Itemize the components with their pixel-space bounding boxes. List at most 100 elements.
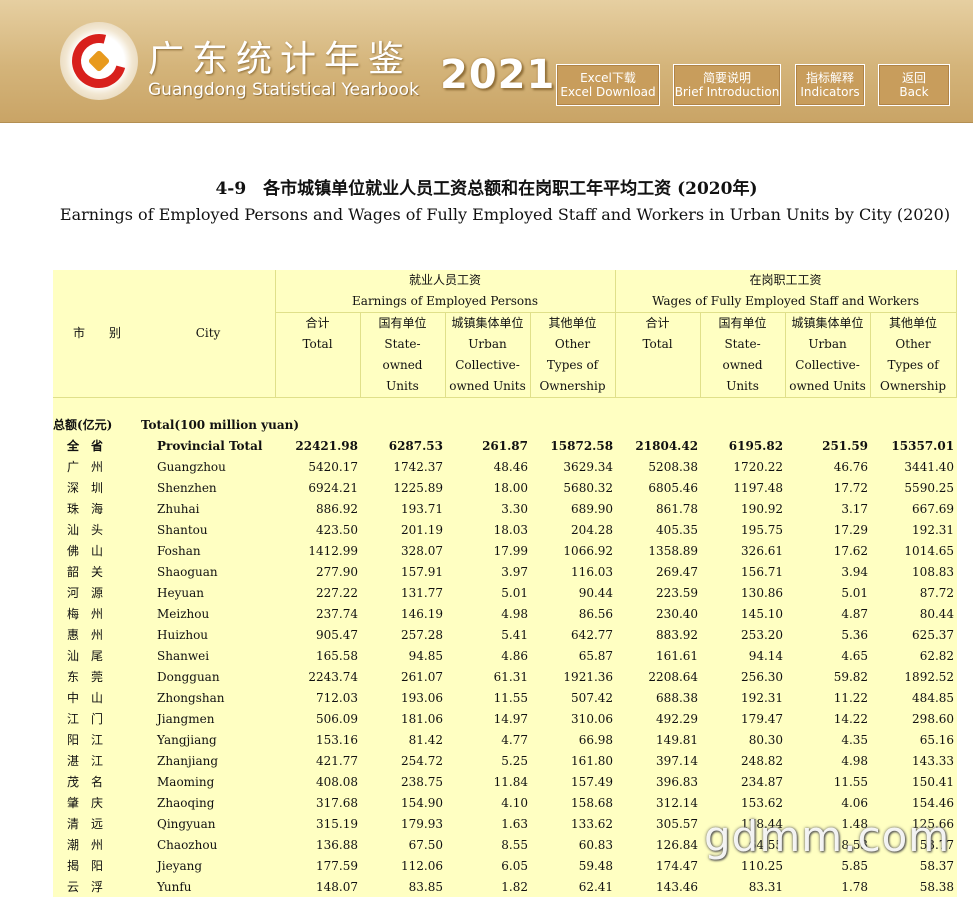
value-cell: 269.47 [656,564,699,579]
value-cell: 193.71 [401,501,443,516]
value-cell: 886.92 [316,501,358,516]
page-title-en: Earnings of Employed Persons and Wages o… [59,205,951,224]
value-cell: 257.28 [401,627,443,642]
value-cell: 6287.53 [388,438,443,453]
city-header-cn: 市 别 [72,326,121,340]
value-cell: 2208.64 [648,669,699,684]
value-cell: 80.30 [748,732,784,747]
value-cell: 61.31 [493,669,528,684]
value-cell: 1.63 [501,816,528,831]
city-name-en: Shenzhen [157,480,217,495]
value-cell: 154.90 [401,795,443,810]
group-earnings-header: 就业人员工资 Earnings of Employed Persons [275,270,616,313]
back-button[interactable]: 返回 Back [878,64,950,106]
city-header-en: City [195,326,221,340]
value-cell: 195.75 [741,522,784,537]
value-cell: 94.85 [408,648,443,663]
value-cell: 11.55 [493,690,528,705]
excel-download-button[interactable]: Excel下载 Excel Download [556,64,660,106]
city-name-cn: 云浮 [67,880,116,894]
indicators-label-en: Indicators [800,85,860,99]
city-name-en: Meizhou [157,606,210,621]
value-cell: 238.75 [401,774,443,789]
table-row: 深圳 Shenzhen 6924.21 1225.89 18.00 5680.32 6805… [53,477,956,498]
table-row: 佛山 Foshan 1412.99 328.07 17.99 1066.92 1358.89… [53,540,956,561]
value-cell: 298.60 [912,711,955,726]
sub-header-en3: Ownership [539,379,606,393]
value-cell: 11.55 [833,774,869,789]
table-row: 阳江 Yangjiang 153.16 81.42 4.77 66.98 149.81 80.… [53,729,956,750]
value-cell: 156.71 [741,564,784,579]
value-cell: 3441.40 [904,459,955,474]
value-cell: 6805.46 [648,480,699,495]
city-name-en: Zhuhai [157,501,200,516]
back-label-en: Back [899,85,929,99]
city-name-en: Shanwei [157,648,210,663]
value-cell: 253.20 [741,627,784,642]
group-wages-en: Wages of Fully Employed Staff and Worker… [652,294,920,308]
value-cell: 133.62 [571,816,614,831]
city-name-en: Provincial Total [157,438,263,453]
brief-introduction-label-en: Brief Introduction [674,85,780,99]
city-name-cn: 中山 [67,691,116,705]
brief-introduction-button[interactable]: 简要说明 Brief Introduction [673,64,781,106]
value-cell: 67.50 [408,837,443,852]
city-name-cn: 全省 [67,439,116,453]
value-cell: 423.50 [316,522,358,537]
table-row: 云浮 Yunfu 148.07 83.85 1.82 62.41 143.46 83.31 1.… [53,876,956,897]
value-cell: 17.99 [493,543,528,558]
value-cell: 62.41 [578,879,614,894]
sub-header-cell: 其他单位 Other Types of Ownership [530,312,616,398]
sub-header-en3: owned Units [789,379,866,393]
value-cell: 484.85 [912,690,955,705]
value-cell: 397.14 [656,753,699,768]
yearbook-logo-icon [60,22,138,100]
value-cell: 153.16 [316,732,358,747]
indicators-button[interactable]: 指标解释 Indicators [795,64,865,106]
value-cell: 5.41 [501,627,528,642]
value-cell: 6924.21 [308,480,358,495]
value-cell: 712.03 [316,690,358,705]
value-cell: 161.80 [571,753,614,768]
city-name-cn: 东莞 [67,670,116,684]
value-cell: 145.10 [741,606,784,621]
value-cell: 46.76 [833,459,869,474]
value-cell: 5.36 [841,627,869,642]
site-title-en: Guangdong Statistical Yearbook [148,80,419,100]
city-name-cn: 潮州 [67,838,116,852]
value-cell: 86.56 [578,606,614,621]
value-cell: 17.62 [833,543,869,558]
value-cell: 6195.82 [728,438,784,453]
table-row: 湛江 Zhanjiang 421.77 254.72 5.25 161.80 397.14 2… [53,750,956,771]
sub-header-cell: 国有单位 State-owned Units [360,312,446,398]
value-cell: 1412.99 [308,543,358,558]
value-cell: 227.22 [316,585,358,600]
table-row: 茂名 Maoming 408.08 238.75 11.84 157.49 396.83 23… [53,771,956,792]
value-cell: 204.28 [571,522,614,537]
value-cell: 192.31 [912,522,955,537]
value-cell: 179.47 [741,711,784,726]
value-cell: 689.90 [571,501,614,516]
value-cell: 1892.52 [904,669,955,684]
value-cell: 48.46 [493,459,528,474]
value-cell: 1742.37 [393,459,443,474]
value-cell: 190.92 [741,501,784,516]
value-cell: 15872.58 [550,438,614,453]
city-name-cn: 汕尾 [67,649,116,663]
value-cell: 315.19 [316,816,358,831]
city-name-en: Yangjiang [157,732,217,747]
city-name-cn: 梅州 [67,607,116,621]
value-cell: 87.72 [919,585,955,600]
value-cell: 237.74 [316,606,358,621]
value-cell: 2243.74 [308,669,358,684]
value-cell: 94.14 [748,648,784,663]
watermark: gdmm.com [704,812,951,861]
value-cell: 1921.36 [563,669,614,684]
value-cell: 234.87 [741,774,784,789]
value-cell: 256.30 [741,669,784,684]
value-cell: 1066.92 [563,543,614,558]
group-wages-cn: 在岗职工工资 [749,273,822,287]
city-name-en: Shantou [157,522,208,537]
value-cell: 326.61 [741,543,784,558]
group-wages-header: 在岗职工工资 Wages of Fully Employed Staff and… [615,270,957,313]
